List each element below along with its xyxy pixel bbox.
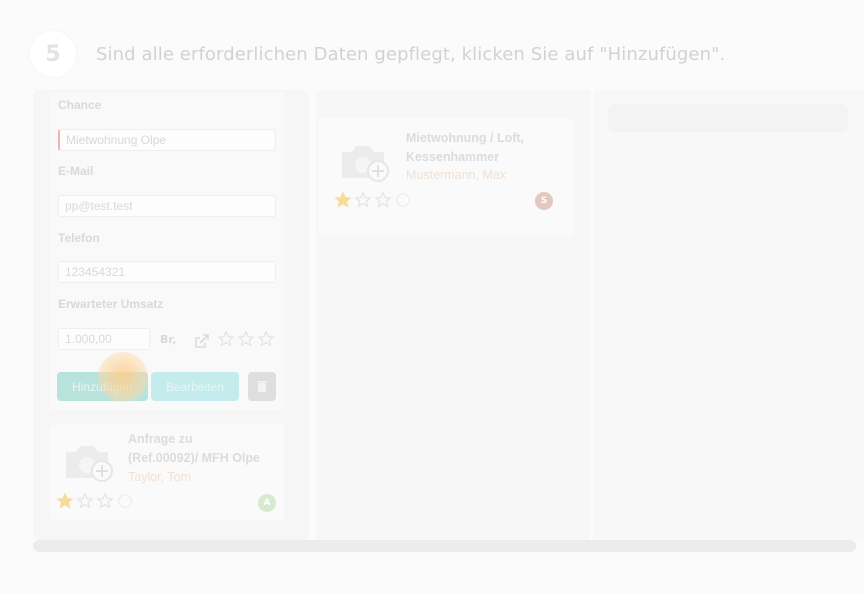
card-rating[interactable] — [56, 492, 134, 510]
star-icon[interactable] — [76, 492, 94, 510]
tutorial-step-header: 5 Sind alle erforderlichen Daten gepfleg… — [30, 26, 725, 82]
click-indicator — [98, 352, 148, 402]
star-icon[interactable] — [56, 492, 74, 510]
star-icon[interactable] — [354, 191, 372, 209]
avatar: S — [535, 192, 553, 210]
external-link-icon[interactable] — [192, 331, 212, 351]
smiley-icon[interactable] — [116, 492, 134, 510]
trash-icon — [257, 381, 267, 392]
currency-unit: Br, — [160, 333, 177, 346]
revenue-input[interactable]: 1.000,00 — [58, 328, 150, 350]
chance-label: Chance — [58, 98, 102, 112]
camera-add-icon — [66, 446, 113, 482]
chance-input[interactable]: Mietwohnung Olpe — [58, 129, 276, 151]
card-title-line1: Mietwohnung / Loft, — [406, 131, 525, 145]
delete-button[interactable] — [248, 372, 276, 401]
phone-input[interactable]: 123454321 — [58, 261, 276, 283]
card-title-line2: (Ref.00092)/ MFH Olpe — [128, 451, 260, 465]
star-icon[interactable] — [237, 330, 255, 348]
form-rating[interactable] — [217, 330, 275, 348]
email-label: E-Mail — [58, 164, 94, 178]
smiley-icon[interactable] — [394, 191, 412, 209]
email-input[interactable]: pp@test.test — [58, 195, 276, 217]
horizontal-scrollbar[interactable] — [33, 540, 856, 552]
star-icon[interactable] — [334, 191, 352, 209]
star-icon[interactable] — [217, 330, 235, 348]
step-number: 5 — [30, 31, 76, 77]
star-icon[interactable] — [257, 330, 275, 348]
card-rating[interactable] — [334, 191, 412, 209]
phone-label: Telefon — [58, 231, 100, 245]
edit-button[interactable]: Bearbeiten — [151, 372, 239, 401]
camera-add-icon — [342, 146, 389, 182]
card-title-line2: Kessenhammer — [406, 150, 500, 164]
pipeline-column-3-header — [608, 104, 848, 132]
card-person: Taylor, Tom — [128, 470, 191, 484]
avatar: A — [258, 494, 276, 512]
star-icon[interactable] — [96, 492, 114, 510]
step-instruction: Sind alle erforderlichen Daten gepflegt,… — [96, 43, 726, 65]
revenue-label: Erwarteter Umsatz — [58, 297, 164, 311]
card-title-line1: Anfrage zu — [128, 432, 193, 446]
card-person: Mustermann, Max — [406, 168, 507, 182]
pipeline-column-3 — [594, 90, 864, 540]
star-icon[interactable] — [374, 191, 392, 209]
